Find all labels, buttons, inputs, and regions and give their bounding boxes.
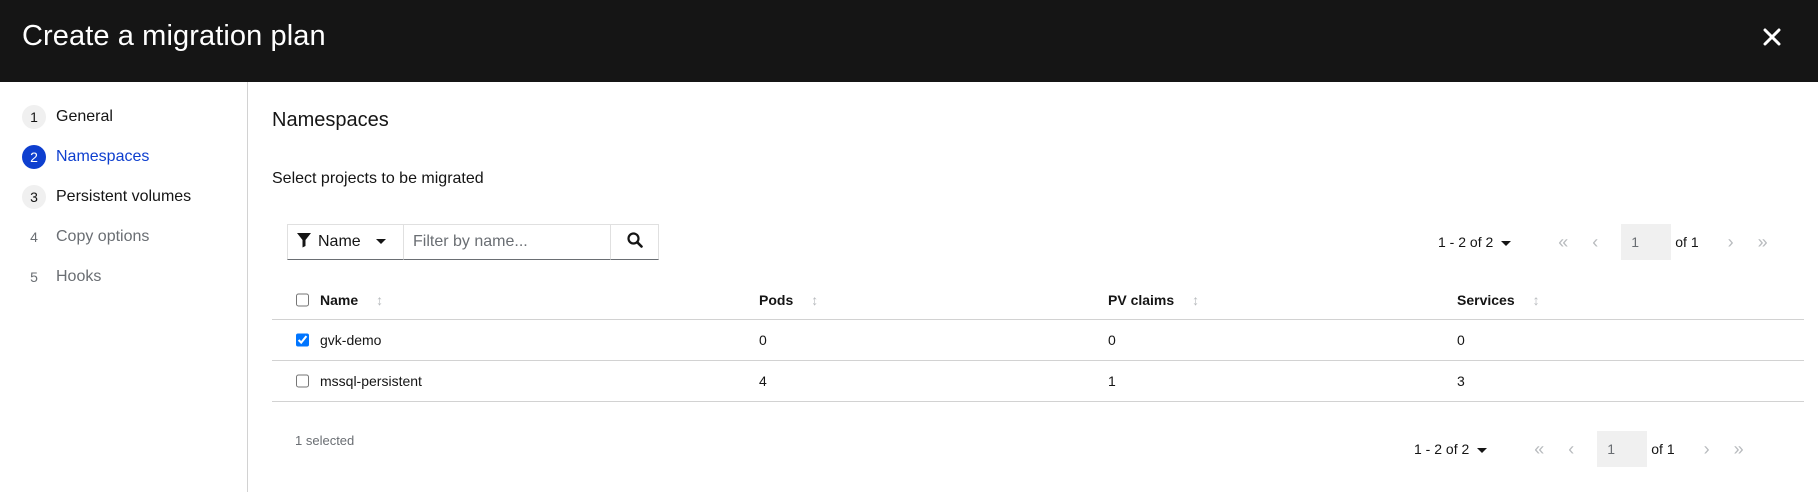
page-total-text: of 1 bbox=[1651, 441, 1675, 457]
filter-attribute-label: Name bbox=[318, 233, 361, 250]
page-total-text: of 1 bbox=[1675, 234, 1699, 250]
next-page-icon[interactable]: › bbox=[1715, 232, 1747, 253]
previous-page-icon[interactable]: ‹ bbox=[1555, 439, 1587, 460]
select-all-checkbox[interactable] bbox=[296, 293, 309, 306]
page-title: Namespaces bbox=[272, 109, 389, 131]
pagination-range-text: 1 - 2 of 2 bbox=[1414, 441, 1470, 457]
filter-toolbar: Name bbox=[287, 224, 659, 260]
first-page-icon[interactable]: « bbox=[1523, 439, 1555, 460]
column-header-label: Pods bbox=[759, 291, 794, 308]
previous-page-icon[interactable]: ‹ bbox=[1579, 232, 1611, 253]
wizard-step-hooks: 5 Hooks bbox=[22, 264, 101, 290]
cell-services: 0 bbox=[1457, 332, 1465, 348]
cell-pv-claims: 0 bbox=[1108, 332, 1116, 348]
main-content: Namespaces Select projects to be migrate… bbox=[249, 82, 1818, 492]
column-header-pv-claims[interactable]: PV claims ↕ bbox=[1108, 280, 1199, 319]
column-header-label: Services bbox=[1457, 291, 1515, 308]
step-number: 5 bbox=[30, 269, 38, 285]
step-label: Namespaces bbox=[56, 148, 150, 165]
table-row: mssql-persistent 4 1 3 bbox=[272, 361, 1804, 402]
step-number: 2 bbox=[22, 145, 46, 169]
column-header-label: PV claims bbox=[1108, 291, 1175, 308]
pagination-top: 1 - 2 of 2 « ‹ of 1 › » bbox=[1438, 224, 1779, 260]
pagination-range-text: 1 - 2 of 2 bbox=[1438, 234, 1494, 250]
page-subtitle: Select projects to be migrated bbox=[272, 170, 484, 187]
pagination-range-toggle[interactable]: 1 - 2 of 2 bbox=[1438, 234, 1512, 250]
table-row: gvk-demo 0 0 0 bbox=[272, 320, 1804, 361]
search-button[interactable] bbox=[611, 224, 659, 260]
close-icon[interactable] bbox=[1757, 22, 1787, 52]
sort-icon: ↕ bbox=[1192, 291, 1200, 308]
row-checkbox[interactable] bbox=[296, 374, 309, 388]
step-label: Copy options bbox=[56, 228, 150, 245]
sort-icon: ↕ bbox=[376, 291, 384, 308]
first-page-icon[interactable]: « bbox=[1547, 232, 1579, 253]
sort-icon: ↕ bbox=[811, 291, 819, 308]
caret-down-icon bbox=[1477, 441, 1488, 457]
wizard-step-general[interactable]: 1 General bbox=[22, 104, 113, 130]
cell-services: 3 bbox=[1457, 373, 1465, 389]
step-label: General bbox=[56, 108, 113, 125]
step-label: Hooks bbox=[56, 268, 102, 285]
page-number-input[interactable] bbox=[1621, 224, 1672, 260]
column-header-pods[interactable]: Pods ↕ bbox=[759, 280, 818, 319]
step-label: Persistent volumes bbox=[56, 188, 192, 205]
column-header-name[interactable]: Name ↕ bbox=[320, 280, 383, 319]
table-header-row: Name ↕ Pods ↕ PV claims ↕ Services ↕ bbox=[272, 280, 1804, 320]
modal-header: Create a migration plan bbox=[0, 0, 1818, 82]
cell-pods: 4 bbox=[759, 373, 767, 389]
cell-pods: 0 bbox=[759, 332, 767, 348]
last-page-icon[interactable]: » bbox=[1723, 439, 1755, 460]
filter-icon bbox=[296, 232, 312, 253]
wizard-step-persistent-volumes[interactable]: 3 Persistent volumes bbox=[22, 184, 191, 210]
page-number-input[interactable] bbox=[1597, 431, 1648, 467]
wizard-nav: 1 General 2 Namespaces 3 Persistent volu… bbox=[0, 82, 248, 492]
sort-icon: ↕ bbox=[1532, 291, 1540, 308]
last-page-icon[interactable]: » bbox=[1747, 232, 1779, 253]
selected-count: 1 selected bbox=[295, 433, 355, 448]
wizard-step-namespaces[interactable]: 2 Namespaces bbox=[22, 144, 149, 170]
step-number: 1 bbox=[22, 105, 46, 129]
filter-name-input[interactable] bbox=[404, 224, 611, 260]
caret-down-icon bbox=[1501, 234, 1512, 250]
row-checkbox[interactable] bbox=[296, 333, 309, 347]
step-number: 4 bbox=[30, 229, 38, 245]
pagination-range-toggle[interactable]: 1 - 2 of 2 bbox=[1414, 441, 1488, 457]
step-number: 3 bbox=[22, 185, 46, 209]
column-header-services[interactable]: Services ↕ bbox=[1457, 280, 1540, 319]
cell-pv-claims: 1 bbox=[1108, 373, 1116, 389]
cell-name: gvk-demo bbox=[320, 332, 382, 348]
next-page-icon[interactable]: › bbox=[1691, 439, 1723, 460]
search-icon bbox=[626, 231, 643, 253]
wizard-step-copy-options: 4 Copy options bbox=[22, 224, 149, 250]
cell-name: mssql-persistent bbox=[320, 373, 422, 389]
caret-down-icon bbox=[375, 233, 387, 251]
column-header-label: Name bbox=[320, 291, 359, 308]
pagination-bottom: 1 - 2 of 2 « ‹ of 1 › » bbox=[1414, 431, 1755, 467]
modal-title: Create a migration plan bbox=[22, 20, 326, 52]
filter-attribute-dropdown[interactable]: Name bbox=[287, 224, 404, 260]
